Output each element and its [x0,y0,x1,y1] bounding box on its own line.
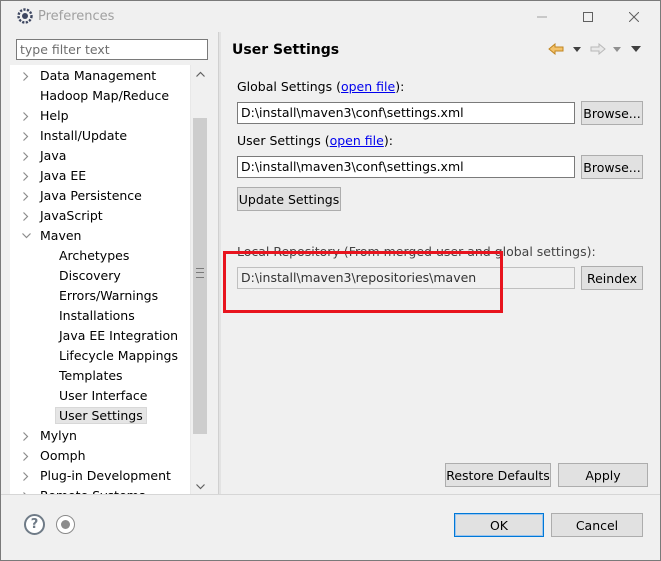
forward-arrow-icon[interactable] [590,41,606,57]
tree-item-label: Install/Update [40,128,128,143]
tree-item[interactable]: Maven [10,226,190,246]
global-settings-label: Global Settings (open file): [237,79,405,94]
close-button[interactable] [611,1,657,32]
chevron-right-icon[interactable] [20,166,32,186]
user-settings-browse-button[interactable]: Browse... [581,155,643,179]
tree-item-label: Java EE [40,168,87,183]
tree-item-label: Lifecycle Mappings [59,348,178,363]
tree-item[interactable]: Java [10,146,190,166]
tree-item-label: Templates [59,368,123,383]
eclipse-app-icon [17,8,33,24]
user-settings-open-file-link[interactable]: open file [330,133,384,148]
tree-item[interactable]: Hadoop Map/Reduce [10,86,190,106]
tree-item[interactable]: Plug-in Development [10,466,190,486]
chevron-right-icon[interactable] [20,126,32,146]
scroll-down-arrow-icon[interactable] [191,478,209,495]
tree-item[interactable]: User Interface [10,386,190,406]
page-title: User Settings [232,42,340,58]
chevron-right-icon[interactable] [20,146,32,166]
local-repository-field: D:\install\maven3\repositories\maven [237,267,575,289]
chevron-right-icon[interactable] [20,66,32,86]
tree-item-label: Maven [40,228,82,243]
tree-item-label: Help [40,108,69,123]
tree-item-label: User Interface [59,388,148,403]
settings-page: User Settings Global Settings (open file… [221,32,660,494]
tree-item-label: Java [40,148,67,163]
footer-divider [1,494,660,495]
local-repository-label: Local Repository (From merged user and g… [237,244,596,259]
preferences-tree: Data Management Hadoop Map/Reduce Help Inst… [10,65,209,495]
record-icon[interactable] [56,515,75,534]
tree-item-label: Errors/Warnings [59,288,159,303]
global-settings-field[interactable]: D:\install\maven3\conf\settings.xml [237,102,575,124]
tree-item-label: Installations [59,308,135,323]
tree-item-label: Java Persistence [40,188,142,203]
cancel-button[interactable]: Cancel [551,513,643,537]
update-settings-button[interactable]: Update Settings [237,187,341,211]
minimize-icon [537,16,547,17]
tree-item[interactable]: Lifecycle Mappings [10,346,190,366]
minimize-button[interactable] [519,1,565,32]
ok-button[interactable]: OK [454,513,544,537]
user-settings-field[interactable]: D:\install\maven3\conf\settings.xml [237,156,575,178]
restore-defaults-button[interactable]: Restore Defaults [445,463,551,487]
tree-item-label: Mylyn [40,428,77,443]
tree-item[interactable]: Installations [10,306,190,326]
title-bar: Preferences [1,1,660,32]
scroll-up-arrow-icon[interactable] [191,65,209,82]
chevron-right-icon[interactable] [20,446,32,466]
tree-item-label: Java EE Integration [59,328,179,343]
tree-item-label: Oomph [40,448,86,463]
chevron-right-icon[interactable] [20,186,32,206]
tree-item[interactable]: Data Management [10,66,190,86]
tree-item-label: Hadoop Map/Reduce [40,88,170,103]
window-title: Preferences [38,9,115,24]
tree-scrollbar[interactable] [190,65,209,495]
scrollbar-thumb[interactable] [193,118,207,434]
global-settings-browse-button[interactable]: Browse... [581,101,643,125]
tree-item[interactable]: Oomph [10,446,190,466]
tree-item[interactable]: Java Persistence [10,186,190,206]
reindex-button[interactable]: Reindex [581,266,643,290]
tree-item-label: User Settings [55,407,147,424]
apply-button[interactable]: Apply [558,463,648,487]
tree-item[interactable]: Archetypes [10,246,190,266]
chevron-right-icon[interactable] [20,206,32,226]
preferences-window: Preferences Data Management Hadoop Map/Re… [0,0,661,561]
tree-item-label: JavaScript [40,208,103,223]
forward-menu-chevron-down-icon[interactable] [613,41,621,57]
global-settings-open-file-link[interactable]: open file [341,79,395,94]
filter-input[interactable] [16,39,208,60]
tree-item[interactable]: User Settings [10,406,190,426]
tree-item[interactable]: Discovery [10,266,190,286]
view-menu-chevron-down-icon[interactable] [631,41,641,57]
grip-icon [196,268,204,278]
tree-item-label: Plug-in Development [40,468,171,483]
user-settings-label: User Settings (open file): [237,133,393,148]
maximize-icon [583,11,593,22]
chevron-right-icon[interactable] [20,466,32,486]
tree-item-label: Archetypes [59,248,130,263]
tree-item[interactable]: Install/Update [10,126,190,146]
tree-item[interactable]: Help [10,106,190,126]
tree-item[interactable]: Templates [10,366,190,386]
back-arrow-icon[interactable] [548,41,564,57]
tree-item[interactable]: Java EE Integration [10,326,190,346]
maximize-button[interactable] [565,1,611,32]
tree-item[interactable]: Errors/Warnings [10,286,190,306]
tree-item[interactable]: Mylyn [10,426,190,446]
close-icon [629,11,639,22]
tree-item[interactable]: Java EE [10,166,190,186]
tree-item-label: Data Management [40,68,157,83]
help-icon[interactable]: ? [24,514,45,535]
chevron-right-icon[interactable] [20,106,32,126]
chevron-down-icon[interactable] [20,226,32,246]
tree-item-label: Discovery [59,268,121,283]
chevron-right-icon[interactable] [20,426,32,446]
tree-item[interactable]: JavaScript [10,206,190,226]
back-menu-chevron-down-icon[interactable] [573,41,581,57]
